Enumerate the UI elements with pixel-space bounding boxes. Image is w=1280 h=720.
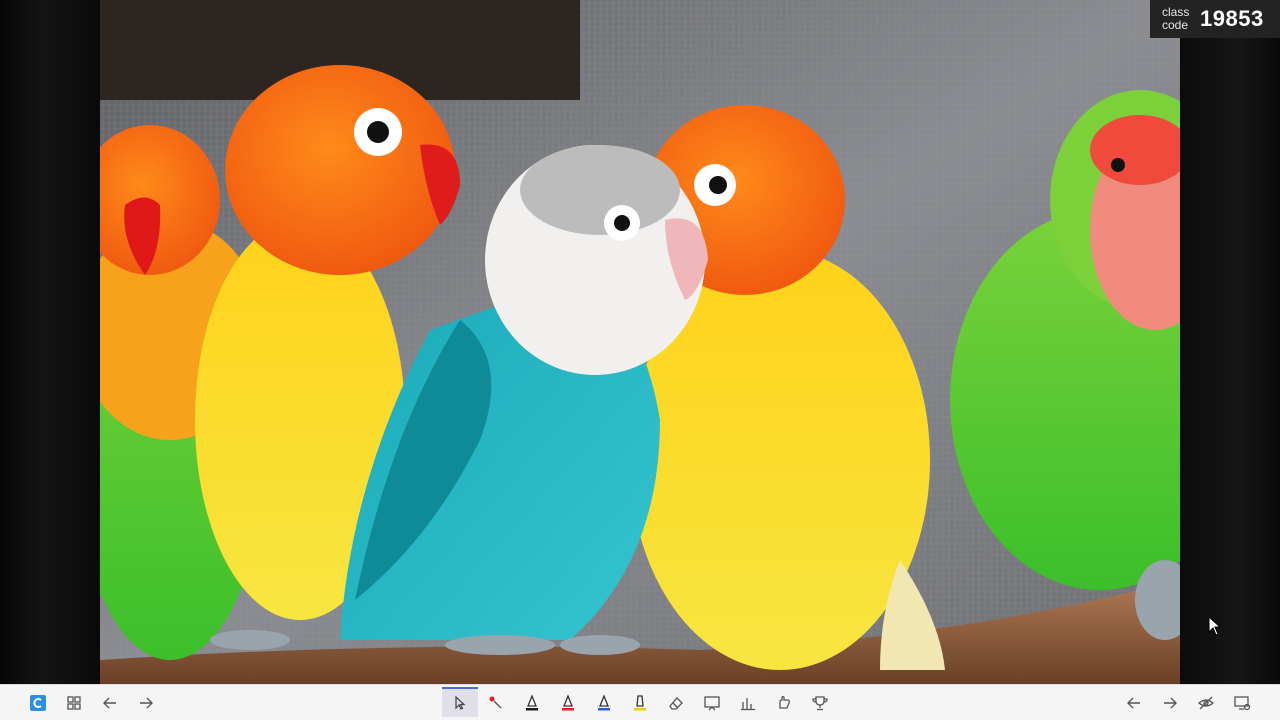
right-dark-border (1180, 0, 1280, 684)
highlighter-yellow-icon[interactable] (624, 689, 656, 717)
laser-pointer-icon[interactable] (480, 689, 512, 717)
pen-blue-icon[interactable] (588, 689, 620, 717)
hand-raise-icon[interactable] (768, 689, 800, 717)
left-dark-border (0, 0, 100, 684)
forward-arrow-icon[interactable] (130, 689, 162, 717)
class-code-value: 19853 (1200, 6, 1264, 31)
select-pointer-icon[interactable] (442, 687, 478, 717)
grid-view-icon[interactable] (58, 689, 90, 717)
mouse-cursor-icon (1208, 615, 1222, 641)
pen-black-icon[interactable] (516, 689, 548, 717)
screen-settings-icon[interactable] (1226, 689, 1258, 717)
class-code-badge: class code 19853 (1150, 0, 1280, 38)
hide-view-icon[interactable] (1190, 689, 1222, 717)
chart-icon[interactable] (732, 689, 764, 717)
back-arrow-icon[interactable] (94, 689, 126, 717)
eraser-icon[interactable] (660, 689, 692, 717)
next-slide-icon[interactable] (1154, 689, 1186, 717)
trophy-icon[interactable] (804, 689, 836, 717)
whiteboard-icon[interactable] (696, 689, 728, 717)
app-logo-icon[interactable] (22, 689, 54, 717)
pen-red-icon[interactable] (552, 689, 584, 717)
prev-slide-icon[interactable] (1118, 689, 1150, 717)
class-code-label: class code (1162, 5, 1190, 32)
bottom-toolbar (0, 684, 1280, 720)
slide-image (100, 0, 1180, 684)
